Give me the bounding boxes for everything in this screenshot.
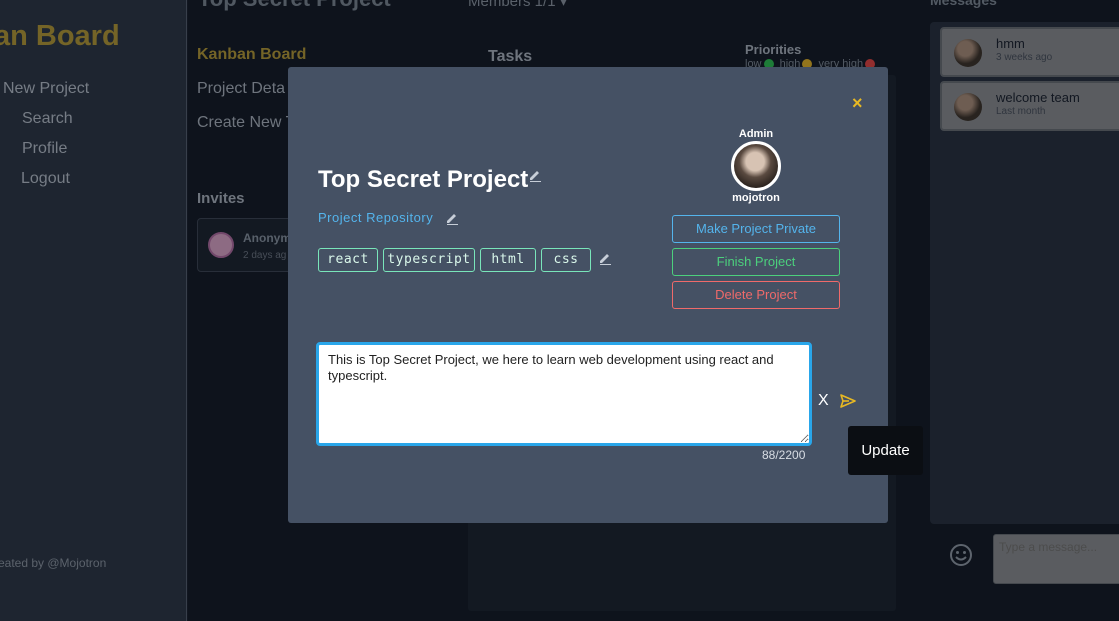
finish-project-button[interactable]: Finish Project bbox=[672, 248, 840, 276]
owner-name: mojotron bbox=[732, 192, 780, 204]
tag-typescript: typescript bbox=[383, 248, 475, 272]
delete-project-button[interactable]: Delete Project bbox=[672, 281, 840, 309]
make-project-private-button[interactable]: Make Project Private bbox=[672, 215, 840, 243]
description-input[interactable]: This is Top Secret Project, we here to l… bbox=[316, 342, 812, 446]
edit-repository-icon[interactable] bbox=[445, 211, 459, 225]
project-title: Top Secret Project bbox=[318, 166, 529, 193]
cancel-edit-icon[interactable]: X bbox=[818, 392, 829, 410]
owner-role: Admin bbox=[738, 128, 774, 140]
avatar bbox=[731, 141, 781, 191]
tag-react: react bbox=[318, 248, 378, 272]
project-details-modal: × Admin mojotron Top Secret Project Proj… bbox=[288, 67, 888, 523]
character-counter: 88/2200 bbox=[762, 448, 806, 462]
edit-title-icon[interactable] bbox=[528, 168, 542, 182]
edit-tags-icon[interactable] bbox=[598, 251, 612, 265]
update-tooltip: Update bbox=[848, 426, 923, 475]
send-icon[interactable] bbox=[840, 394, 856, 408]
close-icon[interactable]: × bbox=[852, 93, 863, 114]
tag-html: html bbox=[480, 248, 536, 272]
project-repository-link[interactable]: Project Repository bbox=[318, 210, 433, 225]
tag-css: css bbox=[541, 248, 591, 272]
